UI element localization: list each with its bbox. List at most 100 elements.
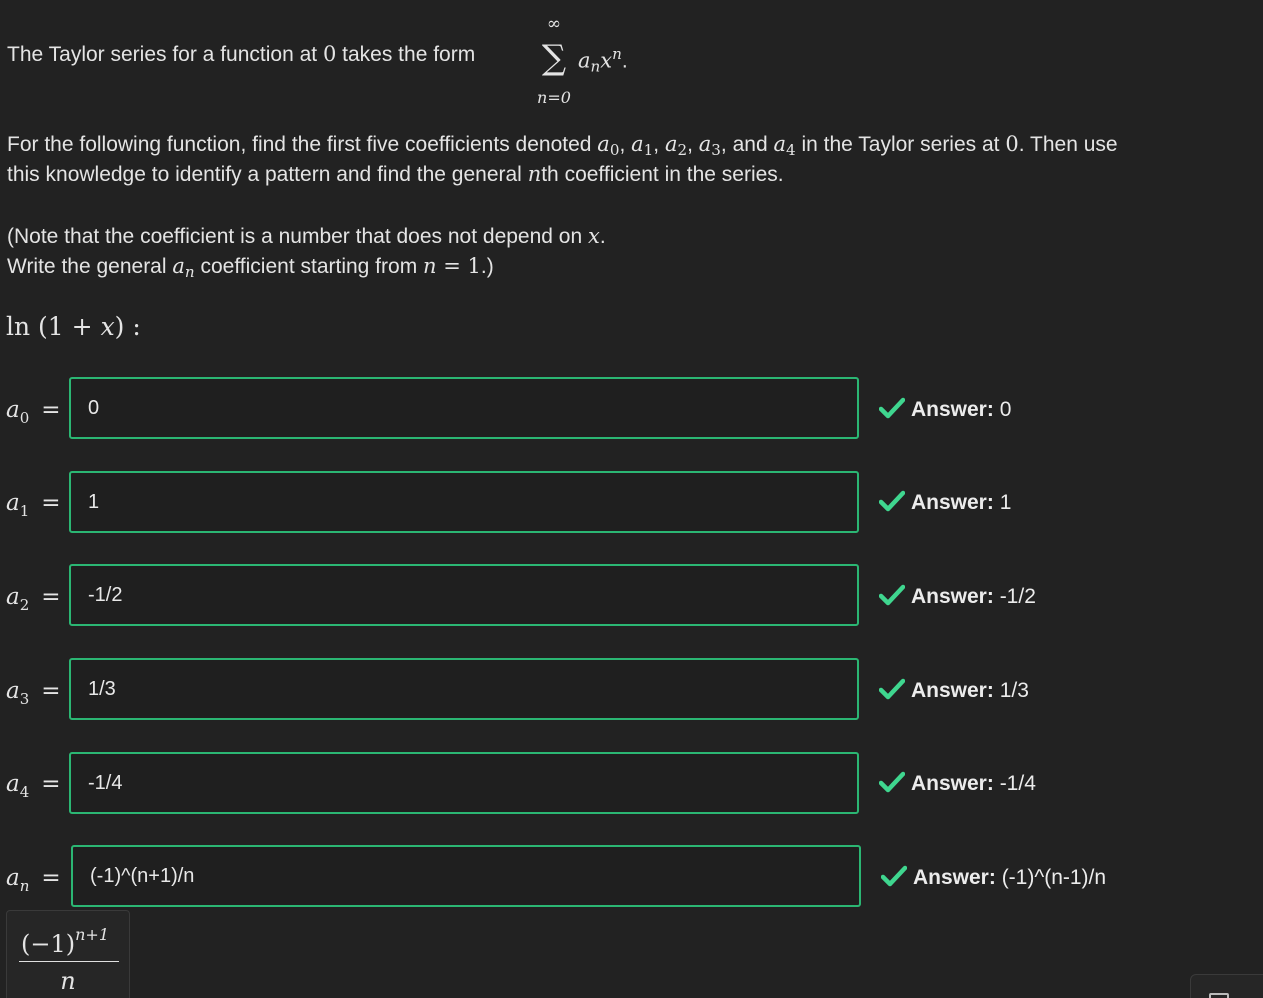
answer-value: 1 xyxy=(993,491,1012,514)
row-sub: 3 xyxy=(19,690,30,708)
answer-value: -1/2 xyxy=(993,585,1036,608)
row-var: a xyxy=(6,584,20,610)
answer-label: Answer: xyxy=(911,772,994,795)
sum-lower-limit: n=0 xyxy=(537,88,571,107)
series-term: anxn. xyxy=(578,39,628,82)
instructions-line-2: this knowledge to identify a pattern and… xyxy=(7,159,784,190)
fraction-bar xyxy=(19,961,119,962)
coef-a3: a3 xyxy=(698,132,721,160)
instructions-zero: 0 xyxy=(1005,132,1019,156)
feedback-a1: Answer: 1 xyxy=(879,488,1011,518)
function-close: ) : xyxy=(114,312,141,341)
corner-widget[interactable] xyxy=(1190,974,1263,998)
preview-denominator: n xyxy=(60,967,76,995)
check-icon xyxy=(879,771,905,793)
question-page: The Taylor series for a function at 0 ta… xyxy=(0,0,1263,998)
row-sub: 2 xyxy=(19,596,30,614)
check-icon xyxy=(881,865,907,887)
row-var: a xyxy=(6,771,20,797)
row-eq: = xyxy=(41,584,61,610)
note-text-1: (Note that the coefficient is a number t… xyxy=(7,225,588,248)
sigma-symbol: ∑ xyxy=(541,38,567,78)
answer-field-a1[interactable] xyxy=(69,471,859,533)
row-label-a1: a1 = xyxy=(6,488,61,526)
row-label-a3: a3 = xyxy=(6,676,61,714)
coef-a1: a1 xyxy=(631,132,654,160)
answer-input-a2[interactable] xyxy=(71,566,857,624)
answer-input-a3[interactable] xyxy=(71,660,857,718)
check-icon xyxy=(879,584,905,606)
note-x: x xyxy=(588,224,600,248)
row-label-an: an = xyxy=(6,863,61,901)
feedback-a4: Answer: -1/4 xyxy=(879,769,1036,799)
preview-exponent: n+1 xyxy=(75,925,109,944)
instructions-text-4: . Then use xyxy=(1018,133,1118,156)
check-icon xyxy=(879,678,905,700)
answer-field-a2[interactable] xyxy=(69,564,859,626)
answer-input-a4[interactable] xyxy=(71,754,857,812)
term-a-sub: n xyxy=(590,57,601,76)
row-eq: = xyxy=(41,678,61,704)
sum-upper-limit: ∞ xyxy=(546,14,562,34)
answer-value: -1/4 xyxy=(993,772,1036,795)
preview-base: (−1) xyxy=(21,930,76,958)
note-n: n xyxy=(423,254,437,278)
function-label: ln (1 + x) : xyxy=(6,310,141,344)
coef-a4: a4 xyxy=(773,132,796,160)
row-label-a2: a2 = xyxy=(6,582,61,620)
intro-text-start: The Taylor series for a function at xyxy=(7,43,323,66)
answer-field-an[interactable] xyxy=(71,845,861,907)
answer-label: Answer: xyxy=(913,866,996,889)
coef-a0: a0 xyxy=(597,132,620,160)
answer-input-a1[interactable] xyxy=(71,473,857,531)
instructions-text-5: this knowledge to identify a pattern and… xyxy=(7,163,528,186)
note-eq: = 1 xyxy=(436,254,481,278)
math-preview: (−1)n+1 n xyxy=(6,910,130,998)
row-var: a xyxy=(6,490,20,516)
note-an-sub: n xyxy=(184,263,195,282)
row-sub: 0 xyxy=(19,409,30,427)
intro-text-end: takes the form xyxy=(336,43,476,66)
answer-value: 1/3 xyxy=(993,679,1029,702)
function-ln: ln xyxy=(6,312,31,341)
note-an: a xyxy=(172,254,185,278)
intro-text: The Taylor series for a function at 0 ta… xyxy=(7,39,475,70)
coef-a2: a2 xyxy=(664,132,688,160)
answer-label: Answer: xyxy=(911,491,994,514)
window-icon xyxy=(1209,993,1229,998)
row-label-a4: a4 = xyxy=(6,769,61,807)
note-text-4: coefficient starting from xyxy=(194,255,424,278)
term-a: a xyxy=(578,48,591,73)
feedback-a2: Answer: -1/2 xyxy=(879,582,1036,612)
note-text-3: Write the general xyxy=(7,255,173,278)
row-label-a0: a0 = xyxy=(6,395,61,433)
row-sub: 4 xyxy=(19,783,30,801)
feedback-a0: Answer: 0 xyxy=(879,395,1011,425)
term-x-sup: n xyxy=(612,45,622,63)
note-text-2: . xyxy=(599,225,606,248)
instructions-text-2: , and xyxy=(720,133,774,156)
preview-numerator: (−1)n+1 xyxy=(21,917,109,962)
answer-field-a3[interactable] xyxy=(69,658,859,720)
answer-field-a4[interactable] xyxy=(69,752,859,814)
row-eq: = xyxy=(41,397,61,423)
row-sub: 1 xyxy=(19,502,30,520)
function-open: (1 + xyxy=(30,312,101,341)
term-x: x xyxy=(600,48,613,73)
row-eq: = xyxy=(41,771,61,797)
check-icon xyxy=(879,490,905,512)
answer-input-a0[interactable] xyxy=(71,379,857,437)
answer-label: Answer: xyxy=(911,398,994,421)
answer-input-an[interactable] xyxy=(73,847,859,905)
row-eq: = xyxy=(41,865,61,891)
feedback-a3: Answer: 1/3 xyxy=(879,676,1029,706)
answer-value: 0 xyxy=(993,398,1012,421)
feedback-an: Answer: (-1)^(n-1)/n xyxy=(881,863,1106,893)
sum-symbol: ∞ ∑ n=0 xyxy=(533,14,575,107)
check-icon xyxy=(879,397,905,419)
row-var: a xyxy=(6,865,20,891)
answer-field-a0[interactable] xyxy=(69,377,859,439)
function-x: x xyxy=(100,312,115,341)
term-period: . xyxy=(621,49,628,73)
row-eq: = xyxy=(41,490,61,516)
